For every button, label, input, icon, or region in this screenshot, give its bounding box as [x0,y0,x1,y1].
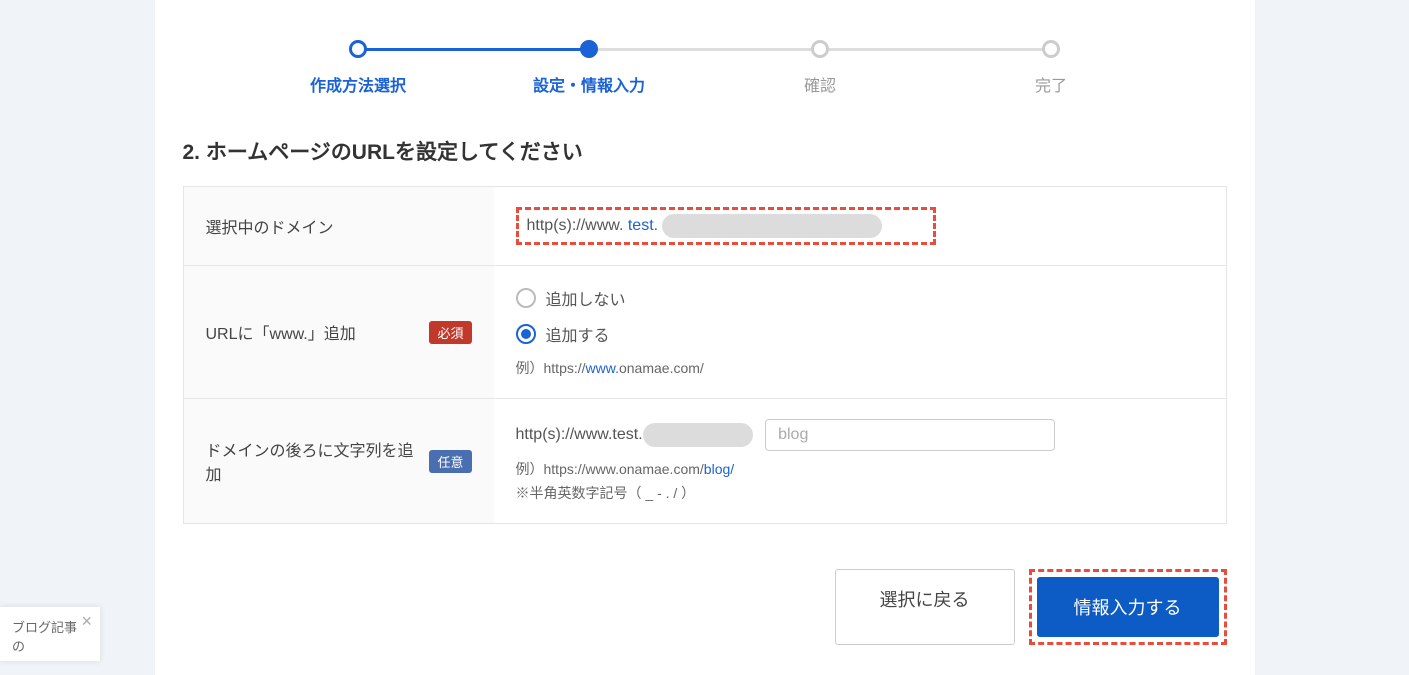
radio-option-yes[interactable]: 追加する [516,322,1204,346]
row-content: http(s)://www. test. [494,187,1226,265]
domain-value: test. [628,217,658,234]
example-text: 例）https://www.onamae.com/blog/ [516,459,1204,479]
section-heading: 2. ホームページのURLを設定してください [183,136,1227,166]
required-badge: 必須 [429,321,471,344]
radio-label: 追加する [546,322,610,346]
radio-label: 追加しない [546,286,626,310]
radio-unchecked-icon [516,288,536,308]
row-content: 追加しない 追加する 例）https://www.onamae.com/ [494,266,1226,398]
row-www-add: URLに「www.」追加 必須 追加しない 追加する 例）https://www… [184,266,1226,399]
step-label: 完了 [1035,72,1067,96]
row-selected-domain: 選択中のドメイン http(s)://www. test. [184,187,1226,266]
suffix-input-line: http(s)://www.test. blog [516,419,1204,451]
domain-highlight-box: http(s)://www. test. [516,207,936,245]
popup-text: ブログ記事の [12,617,88,655]
next-button[interactable]: 情報入力する [1037,577,1219,637]
example-text: 例）https://www.onamae.com/ [516,358,1204,378]
label-text: ドメインの後ろに文字列を追加 [206,437,430,485]
suffix-input[interactable]: blog [765,419,1055,451]
example-prefix: 例）https:// [516,360,586,376]
example-prefix: 例）https://www.onamae.com/ [516,461,704,477]
step-connector [589,48,820,51]
primary-highlight-wrap: 情報入力する [1029,569,1227,645]
progress-steps: 作成方法選択 設定・情報入力 確認 完了 [243,40,1167,96]
step-1: 作成方法選択 [243,40,474,96]
back-button[interactable]: 選択に戻る [835,569,1015,645]
row-label: ドメインの後ろに文字列を追加 任意 [184,399,494,523]
step-connector [358,48,589,51]
example-highlight: blog/ [704,461,734,477]
domain-masked [662,214,882,238]
radio-option-no[interactable]: 追加しない [516,286,1204,310]
step-label: 設定・情報入力 [533,72,645,96]
label-text: URLに「www.」追加 [206,320,356,344]
radio-dot-icon [521,329,531,339]
blog-popup: × ブログ記事の [0,607,100,661]
step-circle-pending-icon [1042,40,1060,58]
step-circle-current-icon [580,40,598,58]
domain-prefix: http(s)://www. [527,217,628,234]
row-content: http(s)://www.test. blog 例）https://www.o… [494,399,1226,523]
domain-masked-small [643,423,753,447]
step-label: 確認 [804,72,836,96]
optional-badge: 任意 [429,450,471,473]
note-text: ※半角英数字記号（ _ - . / ） [516,483,1204,503]
row-label: URLに「www.」追加 必須 [184,266,494,398]
step-circle-done-icon [349,40,367,58]
row-suffix: ドメインの後ろに文字列を追加 任意 http(s)://www.test. bl… [184,399,1226,523]
label-text: 選択中のドメイン [206,214,334,238]
close-icon[interactable]: × [81,611,92,632]
step-label: 作成方法選択 [310,72,406,96]
example-highlight: www. [586,360,619,376]
step-circle-pending-icon [811,40,829,58]
step-connector [820,48,1051,51]
form-table: 選択中のドメイン http(s)://www. test. URLに「www.」… [183,186,1227,524]
suffix-prefix: http(s)://www.test. [516,426,643,443]
example-suffix: onamae.com/ [619,360,704,376]
radio-checked-icon [516,324,536,344]
button-row: 選択に戻る 情報入力する [183,569,1227,645]
row-label: 選択中のドメイン [184,187,494,265]
